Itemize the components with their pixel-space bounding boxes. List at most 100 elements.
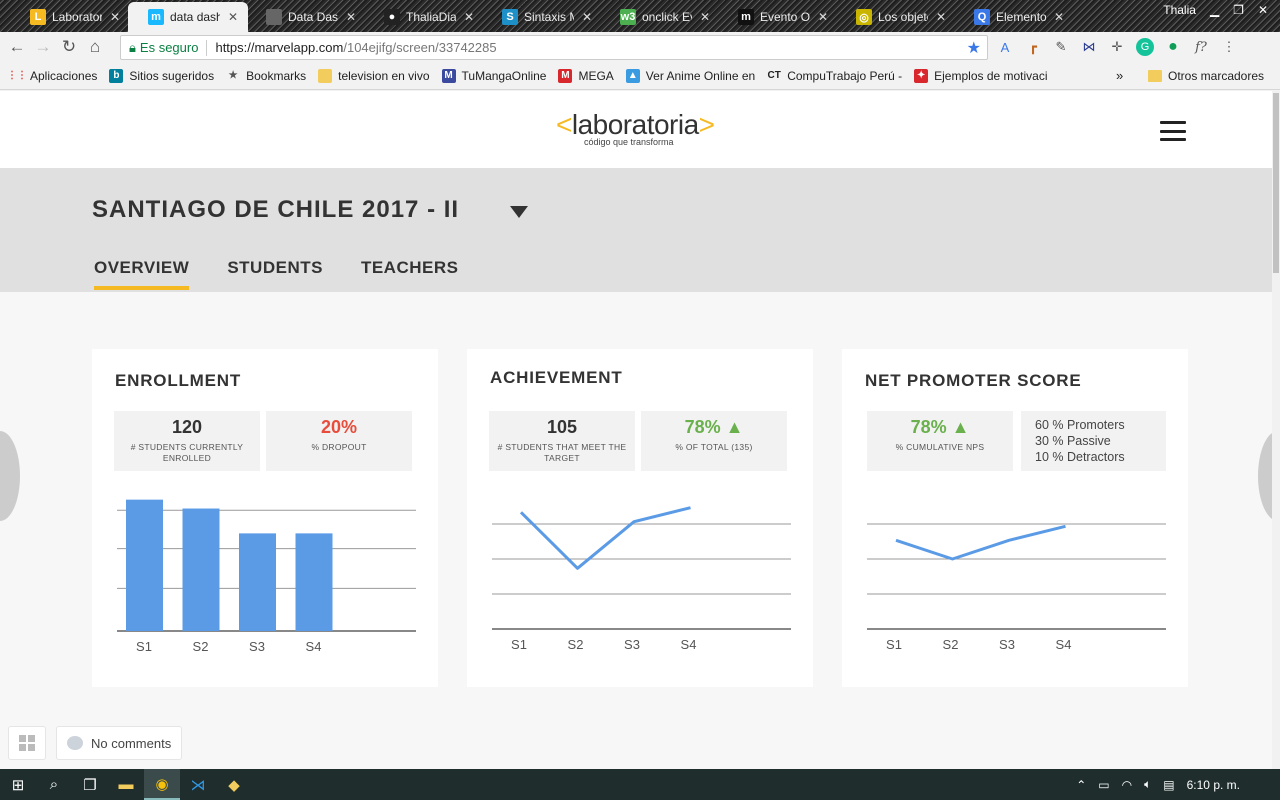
address-bar[interactable]: 🔒︎ Es seguro https://marvelapp.com/104eji…	[120, 35, 988, 60]
search-icon[interactable]: ⌕	[36, 769, 72, 800]
tick-label-s3: S3	[249, 639, 265, 654]
tick-label-s1: S1	[511, 637, 527, 652]
dropout-label: % DROPOUT	[311, 442, 367, 452]
window-user-label[interactable]: Thalia	[1163, 3, 1196, 17]
ruler-icon[interactable]: ┏	[1024, 38, 1042, 56]
browser-tab[interactable]: m Evento Or ✕	[718, 2, 838, 32]
bookmark-item[interactable]: b Sitios sugeridos	[109, 68, 215, 83]
bookmark-other[interactable]: Otros marcadores	[1148, 69, 1264, 83]
tab-close-icon[interactable]: ✕	[1054, 10, 1064, 24]
vuejs-devtools-icon[interactable]: ⋈	[1080, 38, 1098, 56]
achievement-card: ACHIEVEMENT 105 # STUDENTS THAT MEET THE…	[467, 349, 813, 687]
bookmark-item[interactable]: M MEGA	[558, 68, 614, 83]
bookmarks-overflow-icon[interactable]: »	[1116, 68, 1123, 83]
menu-dots-icon[interactable]: ⋮	[1220, 38, 1238, 56]
home-icon[interactable]: ⌂	[82, 34, 108, 60]
grid-view-button[interactable]	[8, 726, 46, 760]
translate-icon[interactable]: A	[996, 38, 1014, 56]
battery-icon[interactable]: ▭	[1098, 778, 1109, 792]
tab-close-icon[interactable]: ✕	[700, 10, 710, 24]
bookmark-item[interactable]: M TuMangaOnline	[441, 68, 547, 83]
tab-close-icon[interactable]: ✕	[346, 10, 356, 24]
extensions-bar: A ┏ ✎ ⋈ ✛ G ● f? ⋮	[996, 32, 1238, 62]
forward-icon[interactable]: →	[30, 34, 56, 60]
comments-button[interactable]: No comments	[56, 726, 183, 760]
bookmark-item[interactable]: CT CompuTrabajo Perú -	[767, 68, 903, 83]
browser-tab[interactable]: L Laboratoria ✕	[10, 2, 130, 32]
grammarly-icon[interactable]: G	[1136, 38, 1154, 56]
bookmark-item[interactable]: ✦ Ejemplos de motivaci	[914, 68, 1048, 83]
nps-value: 78% ▲	[910, 417, 970, 437]
bookmark-item[interactable]: television en vivo	[318, 68, 430, 83]
cohort-header: SANTIAGO DE CHILE 2017 - II OVERVIEW STU…	[0, 168, 1272, 292]
bar-s2	[182, 508, 220, 631]
tab-close-icon[interactable]: ✕	[464, 10, 474, 24]
passive-line: 30 % Passive	[1035, 434, 1111, 448]
volume-icon[interactable]: 🔈︎	[1144, 777, 1151, 792]
achievement-title: ACHIEVEMENT	[490, 368, 623, 387]
browser-tab-label: Elemento	[996, 10, 1046, 24]
browser-tab[interactable]: ◎ Los objeto ✕	[836, 2, 956, 32]
browser-tab-label: Laboratoria	[52, 10, 102, 24]
tab-teachers[interactable]: TEACHERS	[361, 258, 459, 290]
tab-close-icon[interactable]: ✕	[936, 10, 946, 24]
tray-expand-icon[interactable]: ⌃	[1076, 778, 1086, 792]
bookmark-star-icon[interactable]: ★	[967, 38, 981, 58]
bookmark-label: Sitios sugeridos	[129, 68, 215, 83]
bookmark-item[interactable]: ★ Bookmarks	[226, 69, 307, 83]
browser-tab[interactable]: m data dashb ✕	[128, 2, 248, 32]
vscode-taskbar-icon[interactable]: ⋊	[180, 769, 216, 800]
tab-close-icon[interactable]: ✕	[228, 10, 238, 24]
target-stat: 105 # STUDENTS THAT MEET THE TARGET	[489, 411, 635, 471]
page-scrollbar[interactable]	[1272, 91, 1280, 769]
dropdown-caret-icon[interactable]	[510, 206, 528, 218]
back-icon[interactable]: ←	[4, 34, 30, 60]
formula-icon[interactable]: f?	[1192, 38, 1210, 56]
reload-icon[interactable]: ↻	[56, 34, 82, 60]
prev-arrow[interactable]	[0, 431, 20, 521]
bookmark-label: TuMangaOnline	[461, 68, 547, 83]
cohort-title[interactable]: SANTIAGO DE CHILE 2017 - II	[92, 196, 459, 224]
evernote-icon[interactable]: ●	[1164, 38, 1182, 56]
windows-start-icon[interactable]: ⊞	[0, 769, 36, 800]
bookmark-item[interactable]: ▲ Ver Anime Online en	[625, 68, 755, 83]
wifi-icon[interactable]: ◠	[1122, 778, 1132, 792]
bookmark-label: CompuTrabajo Perú -	[787, 68, 903, 83]
restore-icon[interactable]: ❐	[1233, 3, 1244, 17]
url-path: /104ejifg/screen/33742285	[343, 40, 497, 55]
bookmark-item[interactable]: ⋮⋮ Aplicaciones	[7, 69, 97, 83]
tab-close-icon[interactable]: ✕	[110, 10, 120, 24]
hamburger-menu-icon[interactable]	[1160, 121, 1186, 141]
browser-tab[interactable]: w3 onclick Ev ✕	[600, 2, 720, 32]
tab-close-icon[interactable]: ✕	[818, 10, 828, 24]
browser-toolbar: ← → ↻ ⌂ 🔒︎ Es seguro https://marvelapp.co…	[0, 32, 1280, 62]
browser-tab-label: ThaliaDia	[406, 10, 456, 24]
tab-students[interactable]: STUDENTS	[227, 258, 323, 290]
move-icon[interactable]: ✛	[1108, 38, 1126, 56]
browser-tab[interactable]: S Sintaxis M ✕	[482, 2, 602, 32]
browser-tab[interactable]: ● ThaliaDia ✕	[364, 2, 484, 32]
tab-close-icon[interactable]: ✕	[582, 10, 592, 24]
task-view-icon[interactable]: ❐	[72, 769, 108, 800]
file-explorer-icon[interactable]: ▬	[108, 769, 144, 800]
gitkraken-taskbar-icon[interactable]: ◆	[216, 769, 252, 800]
close-icon[interactable]: ✕	[1258, 3, 1268, 17]
divider	[206, 39, 208, 56]
notification-icon[interactable]: ▤	[1163, 778, 1174, 792]
secure-indicator[interactable]: 🔒︎ Es seguro	[129, 40, 198, 56]
laboratoria-logo[interactable]: <laboratoria> código que transforma	[556, 109, 715, 147]
browser-tab[interactable]: Data Dash ✕	[246, 2, 366, 32]
tab-overview[interactable]: OVERVIEW	[94, 258, 190, 290]
browser-tab[interactable]: Q Elemento ✕	[954, 2, 1074, 32]
minimize-icon[interactable]: ▁	[1210, 3, 1219, 17]
chrome-taskbar-icon[interactable]: ◉	[144, 769, 180, 800]
bookmark-other-label: Otros marcadores	[1168, 68, 1265, 83]
tick-label-s2: S2	[568, 637, 584, 652]
enrollment-title: ENROLLMENT	[115, 371, 242, 390]
enrollment-bar-chart: S1 S2 S3 S4	[117, 499, 416, 654]
next-arrow[interactable]	[1258, 431, 1272, 521]
eyedropper-icon[interactable]: ✎	[1052, 38, 1070, 56]
scrollbar-thumb[interactable]	[1273, 93, 1279, 273]
computrabajo-icon: CT	[767, 70, 781, 81]
clock[interactable]: 6:10 p. m.	[1187, 778, 1240, 792]
